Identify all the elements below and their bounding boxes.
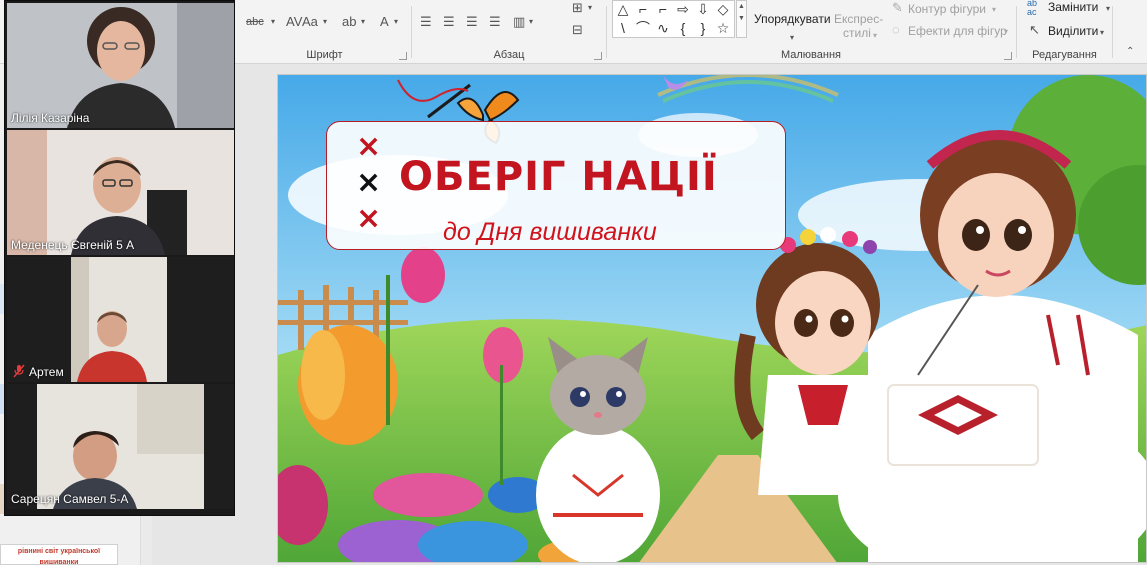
video-tile[interactable]: Артем xyxy=(7,257,234,382)
participant-video xyxy=(7,3,234,128)
thumbnail-caption-line1: рівнині світ української xyxy=(17,548,101,555)
paragraph-group-label: Абзац xyxy=(493,49,525,61)
participant-name: Меденець Євгеній 5 А xyxy=(11,238,135,252)
drawing-dialog-launcher[interactable] xyxy=(1004,52,1012,60)
cross-stitch-icon: × xyxy=(356,201,382,236)
participant-video xyxy=(37,384,204,509)
replace-icon[interactable]: ab ac xyxy=(1027,0,1037,17)
participant-video xyxy=(71,257,167,382)
align-center-icon[interactable]: ☰ xyxy=(443,14,455,30)
replace-button[interactable]: Замінити xyxy=(1048,0,1098,14)
video-tile[interactable]: Сарецян Самвел 5-А xyxy=(7,384,234,509)
align-left-icon[interactable]: ☰ xyxy=(420,14,432,30)
video-tile[interactable]: Лілія Казаріна xyxy=(7,3,234,128)
drawing-group-label: Малювання xyxy=(780,49,842,61)
divider xyxy=(1112,6,1113,58)
collapse-ribbon-icon[interactable]: ⌃ xyxy=(1126,44,1134,60)
slide-subtitle[interactable]: до Дня вишиванки xyxy=(443,218,657,247)
font-group: abc ▾ AV Aa ▾ ab ▾ A ▾ Шрифт xyxy=(238,0,411,64)
slide-thumbnail[interactable]: рівнині світ української вишиванки xyxy=(0,544,118,565)
video-tile[interactable]: Меденець Євгеній 5 А xyxy=(7,130,234,255)
strikethrough-icon[interactable]: abc xyxy=(246,14,264,30)
highlight-icon[interactable]: ab xyxy=(342,14,356,30)
participant-video xyxy=(7,130,234,255)
smartart-icon[interactable]: ⊞ xyxy=(572,0,583,16)
dropdown-arrow-icon[interactable]: ▾ xyxy=(529,14,533,30)
dropdown-arrow-icon[interactable]: ▾ xyxy=(323,14,327,30)
video-gallery: Лілія Казаріна Меденець Євгеній 5 А Арте… xyxy=(4,0,235,516)
change-case-button[interactable]: Aa xyxy=(302,14,318,30)
font-color-button[interactable]: A xyxy=(380,14,389,30)
title-card[interactable]: × × × ОБЕРІГ НАЦІЇ до Дня вишиванки xyxy=(326,121,786,250)
paragraph-group: ☰ ☰ ☰ ☰ ▥ ▾ ⊞ ▾ ⊟ Абзац xyxy=(412,0,606,64)
dropdown-arrow-icon[interactable]: ▾ xyxy=(271,14,275,30)
columns-icon[interactable]: ▥ xyxy=(513,14,525,30)
drawing-group: Малювання xyxy=(606,0,1016,64)
font-spacing-icon[interactable]: AV xyxy=(286,14,302,30)
mic-muted-icon xyxy=(13,364,25,378)
cross-stitch-icon: × xyxy=(356,129,382,164)
select-button[interactable]: Виділити xyxy=(1048,24,1098,38)
align-right-icon[interactable]: ☰ xyxy=(466,14,478,30)
thumbnail-caption-line2: вишиванки xyxy=(39,559,79,565)
dropdown-arrow-icon[interactable]: ▾ xyxy=(1100,25,1104,41)
slide-title[interactable]: ОБЕРІГ НАЦІЇ xyxy=(399,154,718,200)
editing-group: ab ac Замінити ▾ ↖ Виділити ▾ Редагування xyxy=(1017,0,1112,64)
participant-name: Лілія Казаріна xyxy=(11,111,90,125)
dropdown-arrow-icon[interactable]: ▾ xyxy=(1106,1,1110,17)
dropdown-arrow-icon[interactable]: ▾ xyxy=(394,14,398,30)
participant-name: Сарецян Самвел 5-А xyxy=(11,492,129,506)
slide-canvas[interactable]: × × × ОБЕРІГ НАЦІЇ до Дня вишиванки xyxy=(277,74,1147,563)
participant-name: Артем xyxy=(29,365,64,379)
select-cursor-icon[interactable]: ↖ xyxy=(1029,22,1040,38)
cross-stitch-icon: × xyxy=(356,165,382,200)
editing-group-label: Редагування xyxy=(1032,49,1097,61)
text-direction-icon[interactable]: ⊟ xyxy=(572,22,583,38)
justify-icon[interactable]: ☰ xyxy=(489,14,501,30)
dropdown-arrow-icon[interactable]: ▾ xyxy=(588,0,592,16)
paragraph-dialog-launcher[interactable] xyxy=(594,52,602,60)
dropdown-arrow-icon[interactable]: ▾ xyxy=(361,14,365,30)
font-dialog-launcher[interactable] xyxy=(399,52,407,60)
font-group-label: Шрифт xyxy=(306,49,343,61)
